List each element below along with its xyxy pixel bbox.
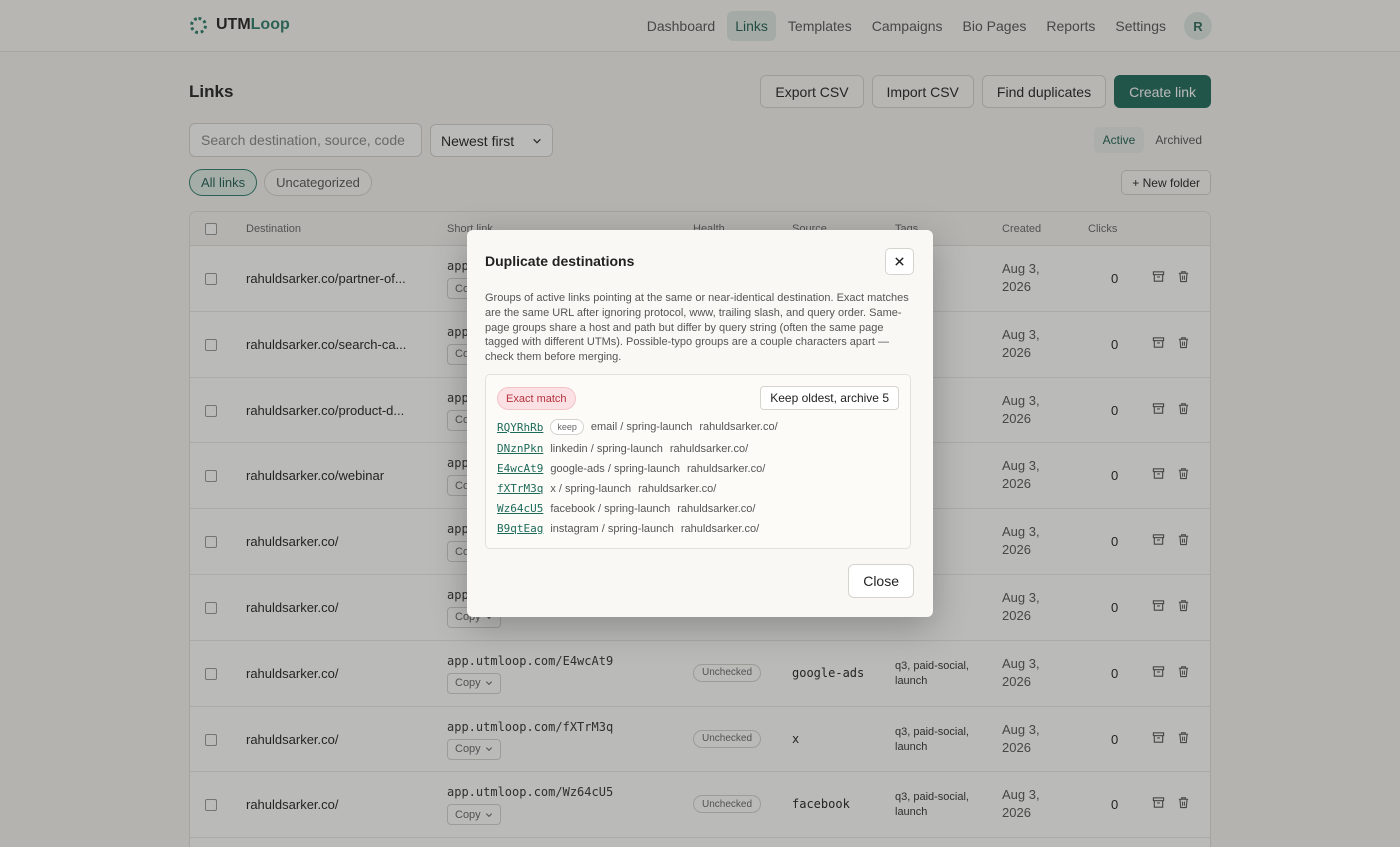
exact-match-badge: Exact match xyxy=(497,387,576,410)
dialog-title: Duplicate destinations xyxy=(485,253,635,269)
duplicate-item: E4wcAt9 google-ads / spring-launch rahul… xyxy=(497,462,765,475)
duplicate-meta: google-ads / spring-launch xyxy=(550,462,680,475)
duplicate-meta: facebook / spring-launch xyxy=(550,502,671,515)
duplicate-destinations-dialog: Duplicate destinations Groups of active … xyxy=(467,230,933,617)
keep-badge: keep xyxy=(550,419,584,435)
duplicate-code-link[interactable]: E4wcAt9 xyxy=(497,462,543,475)
keep-oldest-button[interactable]: Keep oldest, archive 5 xyxy=(760,386,899,410)
duplicate-url: rahuldsarker.co/ xyxy=(687,462,766,475)
duplicate-code-link[interactable]: Wz64cU5 xyxy=(497,502,543,515)
duplicate-code-link[interactable]: RQYRhRb xyxy=(497,421,543,434)
close-icon xyxy=(895,257,904,266)
duplicate-group: Exact match Keep oldest, archive 5 RQYRh… xyxy=(485,374,911,549)
duplicate-url: rahuldsarker.co/ xyxy=(699,421,778,433)
duplicate-item: RQYRhRb keep email / spring-launch rahul… xyxy=(497,419,778,435)
duplicate-code-link[interactable]: DNznPkn xyxy=(497,442,543,455)
duplicate-url: rahuldsarker.co/ xyxy=(680,522,760,535)
dialog-close-button[interactable] xyxy=(885,248,914,275)
duplicate-url: rahuldsarker.co/ xyxy=(638,482,717,495)
duplicate-item: DNznPkn linkedin / spring-launch rahulds… xyxy=(497,442,748,455)
duplicate-meta: linkedin / spring-launch xyxy=(550,442,663,455)
duplicate-meta: x / spring-launch xyxy=(550,482,632,495)
dialog-description: Groups of active links pointing at the s… xyxy=(485,292,909,364)
duplicate-item: fXTrM3q x / spring-launch rahuldsarker.c… xyxy=(497,482,716,495)
duplicate-code-link[interactable]: B9qtEag xyxy=(497,522,543,535)
duplicate-meta: instagram / spring-launch xyxy=(550,522,674,535)
duplicate-meta: email / spring-launch xyxy=(590,421,693,433)
duplicate-code-link[interactable]: fXTrM3q xyxy=(497,482,543,495)
close-button[interactable]: Close xyxy=(848,564,914,598)
duplicate-item: Wz64cU5 facebook / spring-launch rahulds… xyxy=(497,502,755,515)
duplicate-url: rahuldsarker.co/ xyxy=(677,502,756,515)
duplicate-item: B9qtEag instagram / spring-launch rahuld… xyxy=(497,522,759,535)
duplicate-url: rahuldsarker.co/ xyxy=(669,442,749,455)
